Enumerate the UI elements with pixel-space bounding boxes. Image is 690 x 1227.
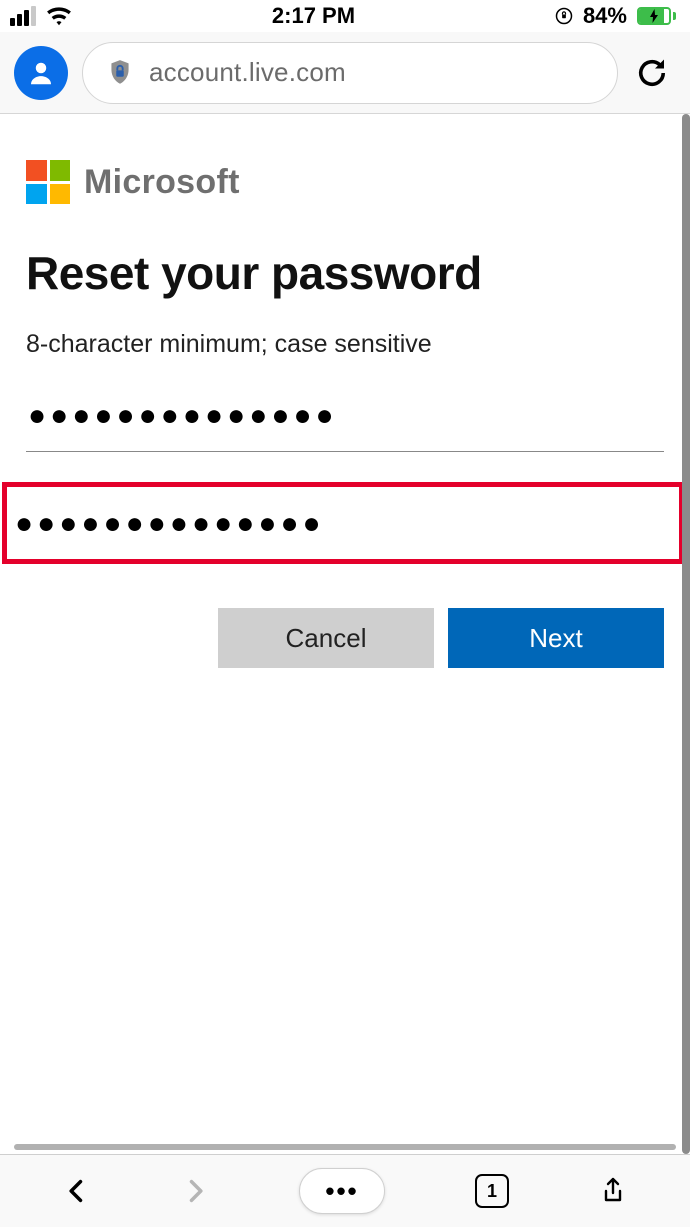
profile-button[interactable] — [14, 46, 68, 100]
next-button[interactable]: Next — [448, 608, 664, 668]
status-time: 2:17 PM — [272, 3, 355, 29]
password-hint: 8-character minimum; case sensitive — [26, 330, 664, 359]
new-password-input[interactable] — [26, 395, 664, 452]
status-left — [10, 3, 72, 29]
person-icon — [26, 58, 56, 88]
url-field[interactable]: account.live.com — [82, 42, 618, 104]
cancel-button[interactable]: Cancel — [218, 608, 434, 668]
vertical-scrollbar[interactable] — [682, 114, 690, 1154]
horizontal-scrollbar[interactable] — [14, 1144, 676, 1150]
reload-button[interactable] — [632, 53, 672, 93]
status-right: 84% — [555, 3, 676, 29]
microsoft-wordmark: Microsoft — [84, 163, 240, 202]
battery-icon — [637, 7, 676, 25]
microsoft-squares-icon — [26, 160, 70, 204]
share-button[interactable] — [599, 1177, 627, 1205]
battery-percent: 84% — [583, 3, 627, 29]
orientation-lock-icon — [555, 7, 573, 25]
share-icon — [599, 1177, 627, 1205]
site-lock-icon — [107, 58, 133, 88]
tabs-button[interactable]: 1 — [475, 1174, 509, 1208]
chevron-right-icon — [181, 1177, 209, 1205]
ios-status-bar: 2:17 PM 84% — [0, 0, 690, 32]
reset-password-page: Microsoft Reset your password 8-characte… — [0, 114, 690, 668]
back-button[interactable] — [63, 1177, 91, 1205]
menu-button[interactable]: ••• — [299, 1168, 385, 1214]
cellular-signal-icon — [10, 6, 36, 26]
reload-icon — [634, 55, 670, 91]
forward-button — [181, 1177, 209, 1205]
microsoft-logo: Microsoft — [26, 160, 664, 204]
confirm-password-input[interactable] — [13, 503, 673, 541]
page-title: Reset your password — [26, 246, 664, 300]
browser-bottom-toolbar: ••• 1 — [0, 1154, 690, 1227]
page-viewport: Microsoft Reset your password 8-characte… — [0, 114, 690, 1154]
button-row: Cancel Next — [26, 608, 664, 668]
wifi-icon — [46, 3, 72, 29]
chevron-left-icon — [63, 1177, 91, 1205]
browser-address-bar: account.live.com — [0, 32, 690, 114]
new-password-field-wrap — [26, 395, 664, 452]
confirm-password-highlight — [2, 482, 684, 564]
url-text: account.live.com — [149, 57, 346, 88]
